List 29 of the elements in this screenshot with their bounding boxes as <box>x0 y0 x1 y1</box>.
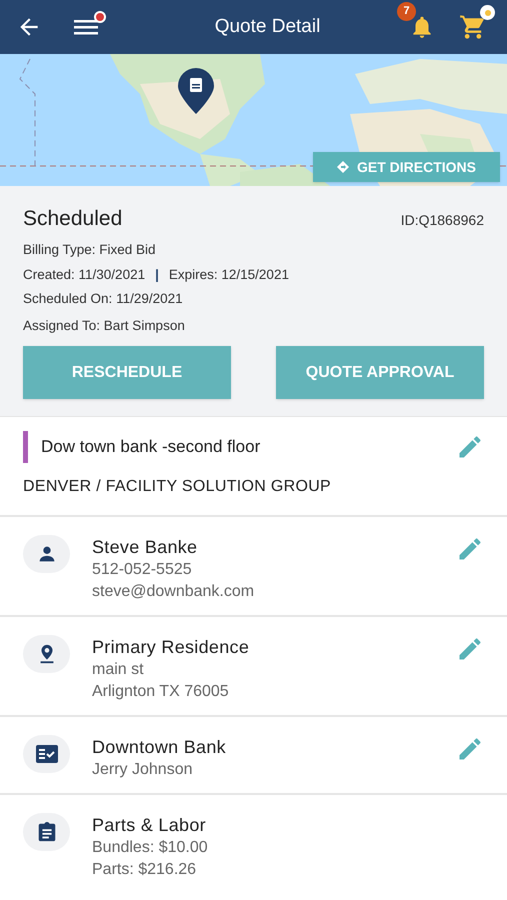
action-button[interactable]: RESCHEDULE <box>23 346 231 399</box>
checklist-icon <box>34 743 58 765</box>
separator: | <box>155 266 159 283</box>
page-title: Quote Detail <box>214 14 322 39</box>
action-button[interactable]: QUOTE APPROVAL <box>276 346 484 399</box>
location-title: Dow town bank -second floor <box>41 436 262 458</box>
card-detail: steve@downbank.com <box>92 582 256 602</box>
notification-badge: 7 <box>397 2 416 21</box>
card-title: Parts & Labor <box>92 814 207 837</box>
card-detail: 512-052-5525 <box>92 560 193 580</box>
group-name: DENVER / FACILITY SOLUTION GROUP <box>23 477 332 497</box>
card-title: Primary Residence <box>92 636 250 659</box>
card-detail: Parts: $216.26 <box>92 860 198 880</box>
created-date: Created: 11/30/2021 <box>23 266 146 283</box>
billing-type: Billing Type: Fixed Bid <box>23 241 157 258</box>
get-directions-button[interactable]: GET DIRECTIONS <box>312 152 500 182</box>
scheduled-date: Scheduled On: 11/29/2021 <box>23 290 184 307</box>
expires-date: Expires: 12/15/2021 <box>168 266 289 283</box>
status-title: Scheduled <box>23 206 122 232</box>
card-detail: main st <box>92 660 145 680</box>
card-title: Steve Banke <box>92 536 198 559</box>
card-title: Downtown Bank <box>92 736 227 759</box>
map-pin-icon[interactable] <box>178 68 214 114</box>
directions-icon <box>336 161 349 173</box>
quote-id: ID:Q1868962 <box>400 212 484 229</box>
assigned-to: Assigned To: Bart Simpson <box>23 317 186 334</box>
card-detail: Arlignton TX 76005 <box>92 682 230 702</box>
card-detail: Jerry Johnson <box>92 760 194 780</box>
card-detail: Bundles: $10.00 <box>92 838 209 858</box>
